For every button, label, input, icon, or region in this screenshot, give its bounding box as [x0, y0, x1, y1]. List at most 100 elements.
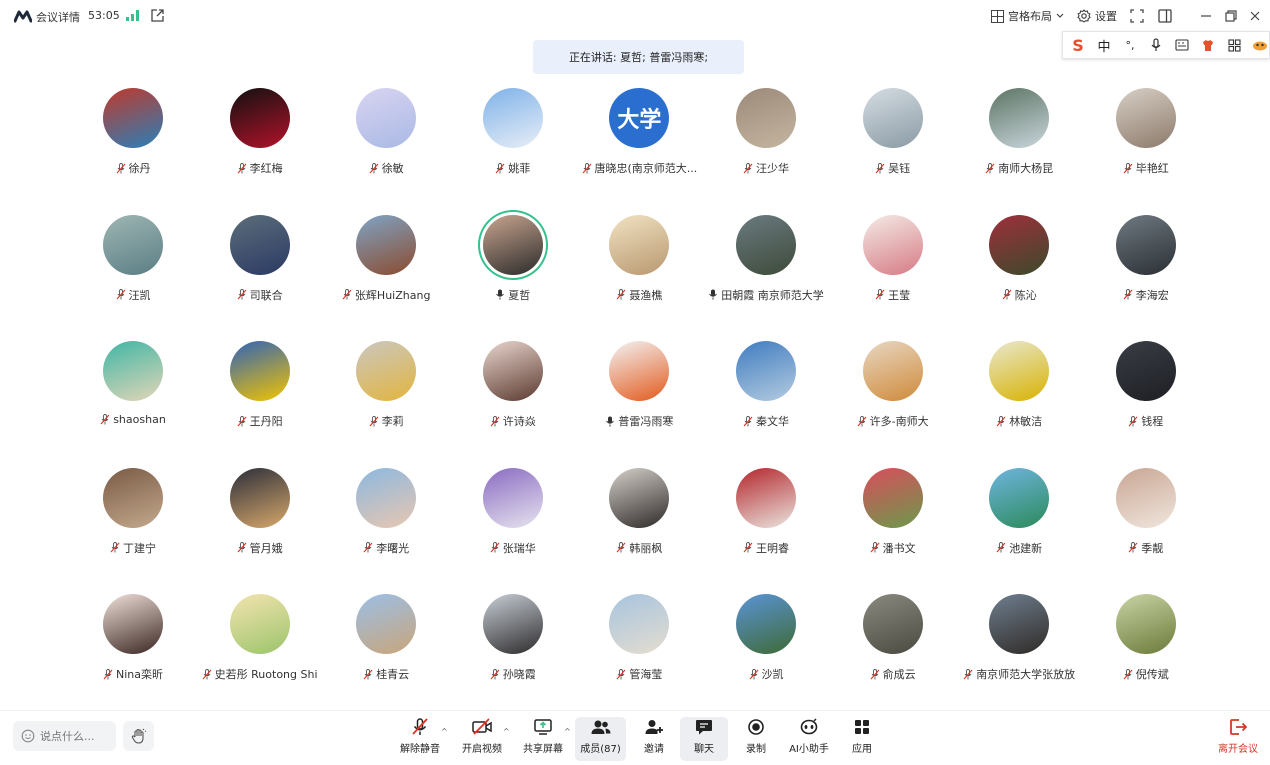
active-speaker-banner: 正在讲话: 夏哲; 普雷冯雨寒; [533, 40, 744, 74]
participant-tile[interactable]: 徐敏 [323, 88, 449, 198]
participant-tile[interactable]: 王莹 [830, 214, 956, 325]
video-options-chevron-icon[interactable]: ^ [503, 727, 510, 736]
participant-tile[interactable]: 秦文华 [703, 341, 829, 451]
participant-tile[interactable]: 姚菲 [450, 88, 576, 198]
participant-tile[interactable]: 南师大杨昆 [956, 88, 1082, 198]
record-button[interactable]: 录制 [740, 717, 772, 761]
participant-tile[interactable]: 普雷冯雨寒 [576, 341, 702, 451]
fullscreen-icon[interactable] [1130, 9, 1144, 23]
participant-tile[interactable]: 汪少华 [703, 88, 829, 198]
mascot-icon[interactable] [1251, 36, 1269, 54]
avatar [862, 88, 923, 148]
participant-tile[interactable]: 俞成云 [830, 594, 956, 704]
minimize-icon[interactable] [1199, 9, 1213, 23]
external-link-icon[interactable] [151, 9, 164, 22]
quick-chat-box[interactable] [13, 721, 116, 751]
members-button[interactable]: 成员(87) [575, 717, 626, 761]
participant-tile[interactable]: shaoshan [70, 341, 196, 451]
participant-tile[interactable]: 南京师范大学张放放 [956, 594, 1082, 704]
quick-chat-input[interactable] [40, 729, 110, 743]
sidebar-toggle-icon[interactable] [1158, 9, 1172, 23]
participant-tile[interactable]: 李红梅 [197, 88, 323, 198]
start-video-label: 开启视频 [462, 744, 502, 755]
keyboard-icon[interactable] [1173, 36, 1191, 54]
mic-muted-icon [616, 289, 626, 300]
participant-tile[interactable]: 夏哲 [450, 214, 576, 325]
grid-layout-button[interactable]: 宫格布局 [991, 8, 1064, 24]
title-bar: 会议详情 53:05 宫格布局 设置 [0, 0, 1270, 32]
participant-name: 管海莹 [629, 668, 663, 681]
participant-tile[interactable]: 司联合 [197, 214, 323, 325]
sogou-logo-icon[interactable]: S [1069, 36, 1087, 55]
participant-tile[interactable]: 王丹阳 [197, 341, 323, 451]
ime-punctuation-toggle[interactable]: °, [1121, 36, 1139, 54]
chat-button[interactable]: 聊天 [680, 717, 728, 761]
participant-tile[interactable]: 聂渔樵 [576, 214, 702, 325]
avatar [1115, 214, 1176, 275]
participant-tile[interactable]: 张辉HuiZhang [323, 214, 449, 325]
unmute-button[interactable]: 解除静音 [398, 717, 442, 761]
avatar [1115, 88, 1176, 148]
participant-name-row: 汪少华 [703, 160, 829, 176]
participant-tile[interactable]: 韩丽枫 [576, 467, 702, 578]
participant-tile[interactable]: 孙晓霞 [450, 594, 576, 704]
participant-tile[interactable]: 张瑞华 [450, 467, 576, 578]
participant-tile[interactable]: 吴钰 [830, 88, 956, 198]
participant-tile[interactable]: 李曙光 [323, 467, 449, 578]
apps-button[interactable]: 应用 [846, 717, 878, 761]
participant-tile[interactable]: 李莉 [323, 341, 449, 451]
participant-name-row: 徐敏 [323, 160, 449, 176]
participant-tile[interactable]: 许诗焱 [450, 341, 576, 451]
participant-tile[interactable]: 管月娥 [197, 467, 323, 578]
participant-name-row: Nina栾昕 [70, 666, 196, 682]
signal-icon[interactable] [126, 10, 140, 21]
participant-tile[interactable]: 池建新 [956, 467, 1082, 578]
mic-muted-icon [743, 162, 753, 173]
participant-tile[interactable]: 李海宏 [1083, 214, 1209, 325]
raise-hand-button[interactable] [123, 721, 154, 751]
leave-meeting-button[interactable]: 离开会议 [1213, 717, 1263, 761]
restore-icon[interactable] [1224, 9, 1238, 23]
participant-tile[interactable]: 许多-南师大 [830, 341, 956, 451]
participant-name: 王丹阳 [249, 415, 283, 428]
meeting-info-button[interactable]: 会议详情 [36, 9, 80, 25]
participant-tile[interactable]: 徐丹 [70, 88, 196, 198]
participant-name: 林敏洁 [1009, 415, 1043, 428]
close-icon[interactable] [1248, 9, 1262, 23]
audio-options-chevron-icon[interactable]: ^ [441, 727, 448, 736]
participant-tile[interactable]: 大学 唐晓忠(南京师范大... [576, 88, 702, 198]
participant-tile[interactable]: 毕艳红 [1083, 88, 1209, 198]
settings-button[interactable]: 设置 [1077, 8, 1117, 24]
participant-tile[interactable]: 王明睿 [703, 467, 829, 578]
participant-tile[interactable]: 季靓 [1083, 467, 1209, 578]
emoji-icon[interactable] [21, 729, 35, 743]
participant-tile[interactable]: 潘书文 [830, 467, 956, 578]
participant-tile[interactable]: 汪凯 [70, 214, 196, 325]
participant-tile[interactable]: Nina栾昕 [70, 594, 196, 704]
participant-tile[interactable]: 倪传斌 [1083, 594, 1209, 704]
mic-icon [496, 289, 505, 300]
share-screen-button[interactable]: 共享屏幕 [521, 717, 565, 761]
participant-tile[interactable]: 丁建宁 [70, 467, 196, 578]
share-options-chevron-icon[interactable]: ^ [564, 727, 571, 736]
ai-assistant-button[interactable]: AI小助手 [786, 717, 832, 761]
participant-tile[interactable]: 陈沁 [956, 214, 1082, 325]
start-video-button[interactable]: 开启视频 [460, 717, 504, 761]
voice-input-icon[interactable] [1147, 36, 1165, 54]
ime-mode-toggle[interactable]: 中 [1095, 36, 1113, 55]
participant-name-row: 唐晓忠(南京师范大... [576, 160, 702, 176]
participant-name: 司联合 [249, 288, 283, 302]
participant-tile[interactable]: 林敏洁 [956, 341, 1082, 451]
participant-tile[interactable]: 钱程 [1083, 341, 1209, 451]
participant-tile[interactable]: 田朝霞 南京师范大学 [703, 214, 829, 325]
invite-button[interactable]: 邀请 [636, 717, 672, 761]
participant-tile[interactable]: 沙凯 [703, 594, 829, 704]
toolbox-icon[interactable] [1225, 36, 1243, 54]
skin-icon[interactable] [1199, 36, 1217, 54]
participant-tile[interactable]: 桂青云 [323, 594, 449, 704]
participant-name-row: 汪凯 [70, 287, 196, 303]
participant-tile[interactable]: 管海莹 [576, 594, 702, 704]
participant-tile[interactable]: 史若彤 Ruotong Shi [197, 594, 323, 704]
participant-name-row: 史若彤 Ruotong Shi [197, 666, 323, 682]
mic-muted-icon [1123, 668, 1133, 679]
